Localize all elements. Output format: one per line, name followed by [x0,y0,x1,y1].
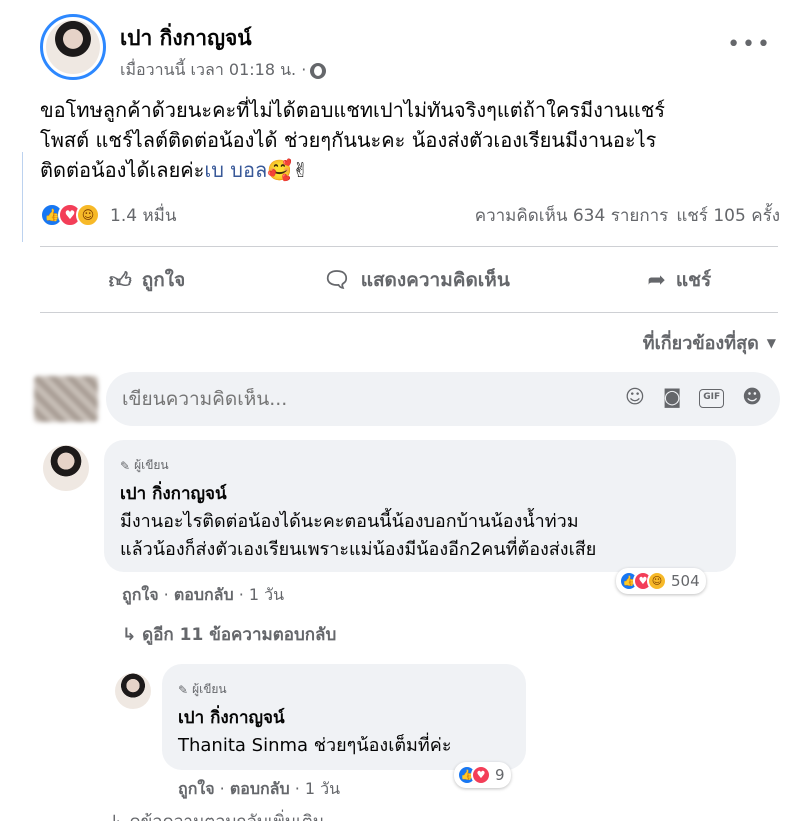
post-actions: 👍︎ ถูกใจ 🗨︎ แสดงความคิดเห็น ➦ แชร์ [40,252,780,308]
author-badge: ✎ ผู้เขียน [120,456,169,475]
like-button[interactable]: 👍︎ ถูกใจ [109,265,185,295]
comment-reply-link[interactable]: ตอบกลับ [174,585,234,604]
care-reaction-icon: ☺ [647,571,667,591]
view-more-replies[interactable]: ↳ ดูอีก 11 ข้อความตอบกลับ [122,621,336,648]
divider [40,312,778,313]
reply-reaction-count: 9 [495,766,505,784]
author-avatar[interactable] [40,14,106,80]
post-text-prefix: ติดต่อน้องได้เลยค่ะ [40,158,205,182]
emoji: 🥰✌ [267,158,309,182]
caret-down-icon: ▼ [766,335,776,350]
current-user-avatar[interactable] [34,376,98,422]
author-badge-label: ผู้เขียน [134,458,169,472]
divider [40,246,778,247]
comment-bubble: ✎ ผู้เขียน เปา กิ่งกาญจน์ มีงานอะไรติดต่… [104,440,736,572]
comment-label: แสดงความคิดเห็น [360,269,510,291]
composer-tools: ☺ ◙ GIF ☻ [625,386,762,408]
post-text-line: โพสต์ แชร์ไลต์ติดต่อน้องได้ ช่วยๆกันนะคะ… [40,128,657,152]
reaction-summary[interactable]: 👍 ♥ ☺ 1.4 หมื่น [40,202,176,229]
comment-like-link[interactable]: ถูกใจ [122,585,159,604]
comment-text-line: แล้วน้องก็ส่งตัวเองเรียนเพราะแม่น้องมีน้… [120,539,597,560]
cut-off-replies-link[interactable]: ↳ ดูข้อความตอบกลับเพิ่มเติม [110,808,440,821]
post-header: เปา กิ่งกาญจน์ เมื่อวานนี้ เวลา 01:18 น.… [40,14,780,84]
share-count[interactable]: แชร์ 105 ครั้ง [676,202,780,229]
globe-icon [310,62,327,79]
camera-icon[interactable]: ◙ [663,386,681,408]
reply-text: Thanita Sinma ช่วยๆน้องเต็มที่ค่ะ [178,732,452,760]
pencil-icon: ✎ [120,458,131,473]
comment-reactions[interactable]: 👍 ♥ ☺ 504 [616,568,706,594]
post-stats: 👍 ♥ ☺ 1.4 หมื่น ความคิดเห็น 634 รายการ แ… [40,198,780,232]
reply-author-name[interactable]: เปา กิ่งกาญจน์ [178,704,285,731]
comment-input[interactable] [122,388,562,410]
comment-age[interactable]: 1 วัน [249,585,284,604]
reply-reactions[interactable]: 👍 ♥ 9 [454,762,511,788]
care-reaction-icon: ☺ [76,203,100,227]
share-button[interactable]: ➦ แชร์ [647,265,711,295]
comment-sort-dropdown[interactable]: ที่เกี่ยวข้องที่สุด ▼ [643,328,776,357]
reply-text-line: Thanita Sinma ช่วยๆน้องเต็มที่ค่ะ [178,735,452,756]
author-badge-label: ผู้เขียน [192,682,227,696]
like-label: ถูกใจ [141,269,186,291]
gif-icon[interactable]: GIF [699,389,725,408]
reaction-count[interactable]: 1.4 หมื่น [110,202,176,229]
comment-author-name[interactable]: เปา กิ่งกาญจน์ [120,480,227,507]
post-author-name[interactable]: เปา กิ่งกาญจน์ [120,22,252,55]
mention-link[interactable]: เบ บอล [204,158,267,182]
comment-count[interactable]: ความคิดเห็น 634 รายการ [475,202,669,229]
post-text-line-3: ติดต่อน้องได้เลยค่ะเบ บอล🥰✌ [40,155,780,185]
comment-meta: ถูกใจ · ตอบกลับ · 1 วัน [122,585,285,604]
reply-bubble: ✎ ผู้เขียน เปา กิ่งกาญจน์ Thanita Sinma … [162,664,526,770]
comment-text: มีงานอะไรติดต่อน้องได้นะคะตอนนี้น้องบอกบ… [120,508,596,564]
post-timestamp[interactable]: เมื่อวานนี้ เวลา 01:18 น. · [120,58,327,83]
comment-text-line: มีงานอะไรติดต่อน้องได้นะคะตอนนี้น้องบอกบ… [120,511,579,532]
comment-input-box[interactable]: ☺ ◙ GIF ☻ [106,372,780,426]
pencil-icon: ✎ [178,682,189,697]
reply-author-avatar[interactable] [112,670,154,712]
engagement-counts: ความคิดเห็น 634 รายการ แชร์ 105 ครั้ง [475,202,780,229]
love-reaction-icon: ♥ [471,765,491,785]
emoji-icon[interactable]: ☺ [625,386,645,408]
author-badge: ✎ ผู้เขียน [178,680,227,699]
share-arrow-icon: ➦ [647,267,666,293]
more-options-icon[interactable]: ••• [727,32,772,57]
comment-button[interactable]: 🗨︎ แสดงความคิดเห็น [323,265,510,295]
speech-bubble-icon: 🗨︎ [322,267,351,293]
reply-like-link[interactable]: ถูกใจ [178,779,215,798]
thumbs-up-icon: 👍︎ [108,268,132,294]
reply-reply-link[interactable]: ตอบกลับ [230,779,290,798]
post-text-line: ขอโทษลูกค้าด้วยนะคะที่ไม่ได้ตอบแชทเปาไม่… [40,98,666,122]
post-body: ขอโทษลูกค้าด้วยนะคะที่ไม่ได้ตอบแชทเปาไม่… [40,95,780,185]
left-divider [22,152,23,242]
post-time-text[interactable]: เมื่อวานนี้ เวลา 01:18 น. · [120,58,306,83]
reply-age[interactable]: 1 วัน [305,779,340,798]
sticker-icon[interactable]: ☻ [742,386,762,408]
comment-composer: ☺ ◙ GIF ☻ [34,372,780,426]
reply-meta: ถูกใจ · ตอบกลับ · 1 วัน [178,779,341,798]
comment-reaction-count: 504 [671,572,700,590]
share-label: แชร์ [675,269,712,291]
sort-label: ที่เกี่ยวข้องที่สุด [642,333,759,354]
comment-author-avatar[interactable] [40,442,92,494]
